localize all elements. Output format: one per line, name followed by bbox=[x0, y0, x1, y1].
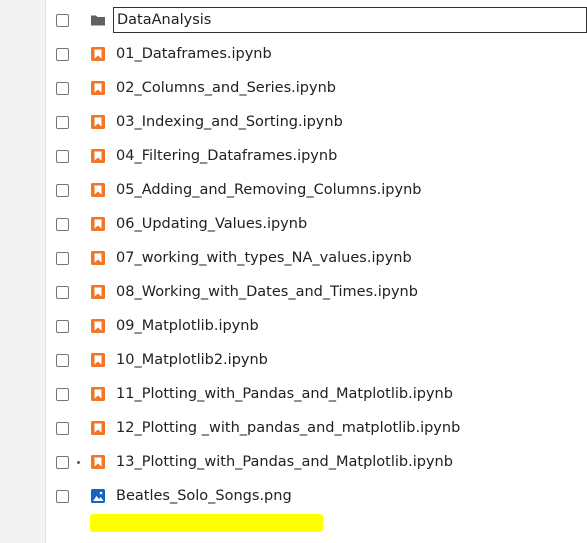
list-item-notebook[interactable]: 01_Dataframes.ipynb bbox=[46, 37, 587, 71]
notebook-icon bbox=[91, 285, 105, 299]
running-indicator bbox=[77, 461, 80, 464]
row-checkbox[interactable] bbox=[56, 456, 69, 469]
file-name[interactable]: 04_Filtering_Dataframes.ipynb bbox=[116, 147, 337, 165]
row-checkbox[interactable] bbox=[56, 150, 69, 163]
notebook-icon bbox=[91, 149, 105, 163]
list-item-notebook[interactable]: 10_Matplotlib2.ipynb bbox=[46, 343, 587, 377]
notebook-icon bbox=[91, 81, 105, 95]
folder-icon bbox=[91, 15, 105, 26]
notebook-icon bbox=[91, 455, 105, 469]
notebook-icon bbox=[91, 183, 105, 197]
row-checkbox[interactable] bbox=[56, 82, 69, 95]
file-name[interactable]: 07_working_with_types_NA_values.ipynb bbox=[116, 249, 412, 267]
file-name[interactable]: 12_Plotting _with_pandas_and_matplotlib.… bbox=[116, 419, 460, 437]
list-item-notebook[interactable]: 12_Plotting _with_pandas_and_matplotlib.… bbox=[46, 411, 587, 445]
file-name[interactable]: 09_Matplotlib.ipynb bbox=[116, 317, 259, 335]
list-item-image[interactable]: Beatles_Solo_Songs.png bbox=[46, 479, 587, 513]
file-name[interactable]: 08_Working_with_Dates_and_Times.ipynb bbox=[116, 283, 418, 301]
list-item-notebook[interactable]: 04_Filtering_Dataframes.ipynb bbox=[46, 139, 587, 173]
list-item-notebook[interactable]: 03_Indexing_and_Sorting.ipynb bbox=[46, 105, 587, 139]
list-item-notebook[interactable]: 06_Updating_Values.ipynb bbox=[46, 207, 587, 241]
left-sidebar-gutter bbox=[0, 0, 46, 543]
row-checkbox[interactable] bbox=[56, 388, 69, 401]
row-checkbox[interactable] bbox=[56, 490, 69, 503]
row-checkbox[interactable] bbox=[56, 320, 69, 333]
list-item-notebook[interactable]: 09_Matplotlib.ipynb bbox=[46, 309, 587, 343]
notebook-icon bbox=[91, 47, 105, 61]
file-name[interactable]: 05_Adding_and_Removing_Columns.ipynb bbox=[116, 181, 421, 199]
file-name[interactable]: 03_Indexing_and_Sorting.ipynb bbox=[116, 113, 343, 131]
row-checkbox[interactable] bbox=[56, 354, 69, 367]
yellow-highlight-annotation bbox=[90, 514, 323, 532]
notebook-icon bbox=[91, 217, 105, 231]
list-item-notebook[interactable]: 08_Working_with_Dates_and_Times.ipynb bbox=[46, 275, 587, 309]
rename-input[interactable]: DataAnalysis bbox=[113, 7, 587, 33]
notebook-icon bbox=[91, 251, 105, 265]
file-browser-list: DataAnalysis 01_Dataframes.ipynb 02_Colu… bbox=[46, 0, 587, 543]
row-checkbox[interactable] bbox=[56, 184, 69, 197]
row-checkbox[interactable] bbox=[56, 48, 69, 61]
image-icon bbox=[91, 489, 105, 503]
list-item-notebook[interactable]: 07_working_with_types_NA_values.ipynb bbox=[46, 241, 587, 275]
notebook-icon bbox=[91, 115, 105, 129]
row-checkbox[interactable] bbox=[56, 252, 69, 265]
file-name[interactable]: 06_Updating_Values.ipynb bbox=[116, 215, 307, 233]
row-checkbox[interactable] bbox=[56, 286, 69, 299]
list-item-folder[interactable]: DataAnalysis bbox=[46, 3, 587, 37]
notebook-icon bbox=[91, 319, 105, 333]
list-item-notebook[interactable]: 13_Plotting_with_Pandas_and_Matplotlib.i… bbox=[46, 445, 587, 479]
rename-input-value[interactable]: DataAnalysis bbox=[117, 11, 211, 29]
file-name[interactable]: Beatles_Solo_Songs.png bbox=[116, 487, 292, 505]
file-name[interactable]: 13_Plotting_with_Pandas_and_Matplotlib.i… bbox=[116, 453, 453, 471]
file-name[interactable]: 02_Columns_and_Series.ipynb bbox=[116, 79, 336, 97]
list-item-notebook[interactable]: 02_Columns_and_Series.ipynb bbox=[46, 71, 587, 105]
list-item-notebook[interactable]: 05_Adding_and_Removing_Columns.ipynb bbox=[46, 173, 587, 207]
file-name[interactable]: 11_Plotting_with_Pandas_and_Matplotlib.i… bbox=[116, 385, 453, 403]
file-name[interactable]: 10_Matplotlib2.ipynb bbox=[116, 351, 268, 369]
list-item-notebook[interactable]: 11_Plotting_with_Pandas_and_Matplotlib.i… bbox=[46, 377, 587, 411]
row-checkbox[interactable] bbox=[56, 14, 69, 27]
notebook-icon bbox=[91, 421, 105, 435]
notebook-icon bbox=[91, 353, 105, 367]
row-checkbox[interactable] bbox=[56, 422, 69, 435]
row-checkbox[interactable] bbox=[56, 218, 69, 231]
row-checkbox[interactable] bbox=[56, 116, 69, 129]
file-name[interactable]: 01_Dataframes.ipynb bbox=[116, 45, 272, 63]
notebook-icon bbox=[91, 387, 105, 401]
